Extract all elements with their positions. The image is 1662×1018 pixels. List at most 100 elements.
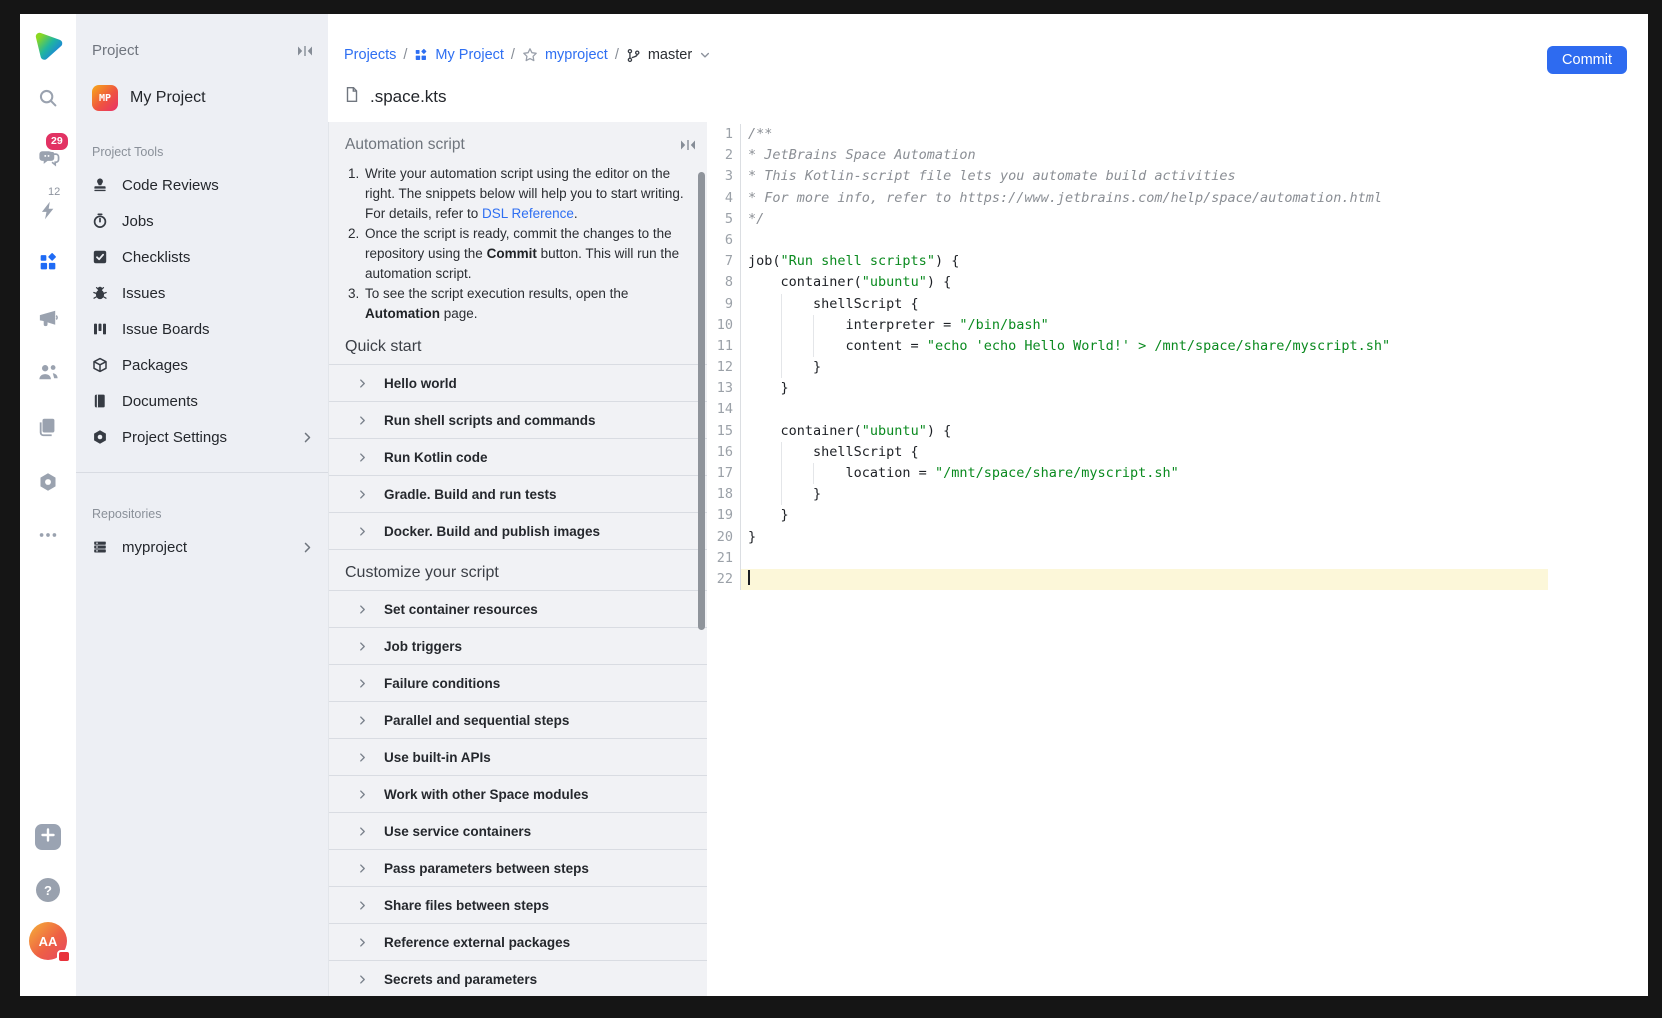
- code-line[interactable]: 18 }: [707, 484, 1648, 506]
- code-line[interactable]: 1 /**: [707, 124, 1648, 146]
- snippet-row-gradle-build-and-run-tests[interactable]: Gradle. Build and run tests: [329, 475, 707, 512]
- chats-button[interactable]: 29: [30, 131, 70, 174]
- snippet-label: Run shell scripts and commands: [384, 412, 596, 428]
- documents-rail-button[interactable]: [30, 409, 66, 445]
- emphasized-text: Automation: [365, 306, 440, 321]
- sidebar-item-checklists[interactable]: Checklists: [76, 239, 328, 275]
- breadcrumb-projects[interactable]: Projects: [344, 47, 396, 63]
- code-editor[interactable]: 1 /** 2 * JetBrains Space Automation 3 * This…: [707, 122, 1648, 996]
- instruction-step-2: Once the script is ready, commit the cha…: [363, 224, 695, 284]
- announcements-button[interactable]: [30, 299, 66, 335]
- code-comment: * This Kotlin-script file lets you autom…: [748, 168, 1236, 185]
- snippet-row-failure-conditions[interactable]: Failure conditions: [329, 664, 707, 701]
- more-button[interactable]: [30, 517, 66, 553]
- plus-icon: [41, 827, 55, 847]
- snippet-row-share-files-between-steps[interactable]: Share files between steps: [329, 886, 707, 923]
- code-content: [740, 547, 1548, 569]
- code-line[interactable]: 21: [707, 547, 1648, 569]
- snippet-row-parallel-and-sequential-steps[interactable]: Parallel and sequential steps: [329, 701, 707, 738]
- code-line[interactable]: 8 container("ubuntu") {: [707, 272, 1648, 294]
- sidebar-project-header[interactable]: MP My Project: [76, 59, 328, 111]
- snippet-label: Failure conditions: [384, 675, 501, 691]
- code-line[interactable]: 2 * JetBrains Space Automation: [707, 145, 1648, 167]
- panel-collapse-icon[interactable]: [679, 139, 697, 151]
- sidebar-item-jobs[interactable]: Jobs: [76, 203, 328, 239]
- breadcrumb-master[interactable]: master: [648, 47, 692, 63]
- snippet-row-pass-parameters-between-steps[interactable]: Pass parameters between steps: [329, 849, 707, 886]
- sidebar-item-myproject[interactable]: myproject: [76, 529, 328, 565]
- sidebar-item-documents[interactable]: Documents: [76, 383, 328, 419]
- sidebar-item-code-reviews[interactable]: Code Reviews: [76, 167, 328, 203]
- projects-button[interactable]: [30, 244, 66, 280]
- breadcrumb-separator: /: [614, 47, 619, 63]
- snippet-row-docker-build-and-publish-images[interactable]: Docker. Build and publish images: [329, 512, 707, 549]
- snippet-row-work-with-other-space-modules[interactable]: Work with other Space modules: [329, 775, 707, 812]
- code-line[interactable]: 20}: [707, 526, 1648, 548]
- space-logo-icon[interactable]: [30, 28, 66, 64]
- code-text: }: [748, 380, 789, 397]
- expand-chevron-icon: [357, 900, 368, 911]
- code-line[interactable]: 4 * For more info, refer to https://www.j…: [707, 187, 1648, 209]
- sidebar-collapse-icon[interactable]: [296, 45, 314, 57]
- hex-nut-icon: [37, 471, 59, 493]
- code-content: shellScript {: [740, 441, 1548, 463]
- snippet-row-set-container-resources[interactable]: Set container resources: [329, 590, 707, 627]
- team-button[interactable]: [30, 354, 66, 390]
- code-line[interactable]: 17 location = "/mnt/space/share/myscript…: [707, 463, 1648, 485]
- code-line[interactable]: 12 }: [707, 357, 1648, 379]
- breadcrumb-my-project[interactable]: My Project: [435, 47, 504, 63]
- section-label-project-tools: Project Tools: [92, 145, 164, 159]
- code-line[interactable]: 6: [707, 229, 1648, 252]
- expand-chevron-icon: [357, 604, 368, 615]
- bug-icon: [92, 285, 109, 302]
- search-button[interactable]: [30, 80, 66, 116]
- add-button[interactable]: [35, 824, 61, 850]
- code-line[interactable]: 14: [707, 399, 1648, 421]
- avatar[interactable]: AA: [29, 922, 71, 963]
- code-line[interactable]: 5 */: [707, 208, 1648, 230]
- code-line[interactable]: 10 interpreter = "/bin/bash": [707, 314, 1648, 336]
- sidebar-item-project-settings[interactable]: Project Settings: [76, 419, 328, 455]
- sidebar-item-label: Checklists: [122, 248, 191, 266]
- sidebar-item-packages[interactable]: Packages: [76, 347, 328, 383]
- code-line[interactable]: 16 shellScript {: [707, 441, 1648, 463]
- snippet-row-run-kotlin-code[interactable]: Run Kotlin code: [329, 438, 707, 475]
- code-line[interactable]: 13 }: [707, 378, 1648, 400]
- snippet-row-secrets-and-parameters[interactable]: Secrets and parameters: [329, 960, 707, 996]
- commit-button[interactable]: Commit: [1547, 46, 1627, 74]
- line-number: 8: [724, 274, 733, 291]
- snippet-row-run-shell-scripts-and-commands[interactable]: Run shell scripts and commands: [329, 401, 707, 438]
- dsl-reference-link[interactable]: DSL Reference: [482, 206, 574, 221]
- code-line[interactable]: 7 job("Run shell scripts") {: [707, 251, 1648, 273]
- code-line-active[interactable]: 22: [707, 568, 1648, 591]
- snippet-row-hello-world[interactable]: Hello world: [329, 364, 707, 401]
- snippet-label: Use built-in APIs: [384, 749, 491, 765]
- panel-scrollbar-thumb[interactable]: [698, 172, 705, 630]
- snippet-row-use-service-containers[interactable]: Use service containers: [329, 812, 707, 849]
- copy-documents-icon: [37, 416, 59, 438]
- sidebar-item-label: Issue Boards: [122, 320, 210, 338]
- code-content: */: [740, 208, 1548, 230]
- code-line[interactable]: 11 content = "echo 'echo Hello World!' >…: [707, 335, 1648, 358]
- snippet-row-reference-external-packages[interactable]: Reference external packages: [329, 923, 707, 960]
- snippet-row-use-built-in-apis[interactable]: Use built-in APIs: [329, 738, 707, 775]
- automation-button[interactable]: 12: [30, 186, 66, 228]
- code-line[interactable]: 19 }: [707, 505, 1648, 527]
- help-button[interactable]: ?: [36, 878, 60, 902]
- sidebar-item-issues[interactable]: Issues: [76, 275, 328, 311]
- sidebar-item-label: Packages: [122, 356, 188, 374]
- code-content: container("ubuntu") {: [740, 272, 1548, 294]
- branch-dropdown-chevron-icon[interactable]: [699, 49, 711, 61]
- package-icon: [92, 357, 109, 374]
- breadcrumb-myproject[interactable]: myproject: [545, 47, 608, 63]
- step-text: To see the script execution results, ope…: [365, 286, 629, 301]
- sidebar-item-label: myproject: [122, 538, 188, 556]
- snippet-label: Job triggers: [384, 638, 463, 654]
- administration-button[interactable]: [30, 464, 66, 500]
- code-line[interactable]: 3 * This Kotlin-script file lets you auto…: [707, 166, 1648, 188]
- snippet-label: Work with other Space modules: [384, 786, 589, 802]
- code-line[interactable]: 9 shellScript {: [707, 293, 1648, 315]
- sidebar-item-issue-boards[interactable]: Issue Boards: [76, 311, 328, 347]
- snippet-row-job-triggers[interactable]: Job triggers: [329, 627, 707, 664]
- code-line[interactable]: 15 container("ubuntu") {: [707, 420, 1648, 442]
